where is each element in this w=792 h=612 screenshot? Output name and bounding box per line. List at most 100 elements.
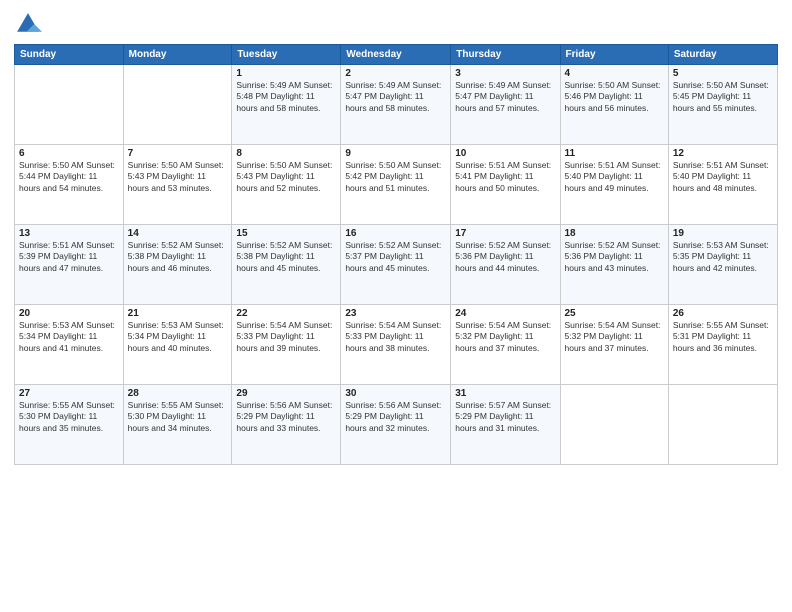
day-info: Sunrise: 5:49 AM Sunset: 5:48 PM Dayligh… (236, 80, 336, 114)
day-cell: 19Sunrise: 5:53 AM Sunset: 5:35 PM Dayli… (668, 225, 777, 305)
day-number: 8 (236, 148, 336, 159)
day-cell: 22Sunrise: 5:54 AM Sunset: 5:33 PM Dayli… (232, 305, 341, 385)
day-number: 6 (19, 148, 119, 159)
day-cell (560, 385, 668, 465)
day-cell: 27Sunrise: 5:55 AM Sunset: 5:30 PM Dayli… (15, 385, 124, 465)
day-number: 26 (673, 308, 773, 319)
day-info: Sunrise: 5:54 AM Sunset: 5:32 PM Dayligh… (455, 320, 555, 354)
day-number: 14 (128, 228, 228, 239)
day-info: Sunrise: 5:56 AM Sunset: 5:29 PM Dayligh… (236, 400, 336, 434)
day-number: 30 (345, 388, 446, 399)
day-info: Sunrise: 5:51 AM Sunset: 5:40 PM Dayligh… (565, 160, 664, 194)
day-cell: 13Sunrise: 5:51 AM Sunset: 5:39 PM Dayli… (15, 225, 124, 305)
logo (14, 10, 46, 38)
day-info: Sunrise: 5:55 AM Sunset: 5:31 PM Dayligh… (673, 320, 773, 354)
day-info: Sunrise: 5:57 AM Sunset: 5:29 PM Dayligh… (455, 400, 555, 434)
week-row-3: 13Sunrise: 5:51 AM Sunset: 5:39 PM Dayli… (15, 225, 778, 305)
col-header-sunday: Sunday (15, 45, 124, 65)
day-number: 1 (236, 68, 336, 79)
day-number: 28 (128, 388, 228, 399)
day-cell: 4Sunrise: 5:50 AM Sunset: 5:46 PM Daylig… (560, 65, 668, 145)
day-number: 16 (345, 228, 446, 239)
day-info: Sunrise: 5:54 AM Sunset: 5:33 PM Dayligh… (345, 320, 446, 354)
week-row-4: 20Sunrise: 5:53 AM Sunset: 5:34 PM Dayli… (15, 305, 778, 385)
day-cell: 7Sunrise: 5:50 AM Sunset: 5:43 PM Daylig… (123, 145, 232, 225)
day-cell: 1Sunrise: 5:49 AM Sunset: 5:48 PM Daylig… (232, 65, 341, 145)
day-info: Sunrise: 5:50 AM Sunset: 5:44 PM Dayligh… (19, 160, 119, 194)
day-cell: 6Sunrise: 5:50 AM Sunset: 5:44 PM Daylig… (15, 145, 124, 225)
logo-icon (14, 10, 42, 38)
day-info: Sunrise: 5:54 AM Sunset: 5:32 PM Dayligh… (565, 320, 664, 354)
day-cell: 9Sunrise: 5:50 AM Sunset: 5:42 PM Daylig… (341, 145, 451, 225)
day-cell: 3Sunrise: 5:49 AM Sunset: 5:47 PM Daylig… (451, 65, 560, 145)
day-info: Sunrise: 5:52 AM Sunset: 5:37 PM Dayligh… (345, 240, 446, 274)
day-number: 21 (128, 308, 228, 319)
day-number: 22 (236, 308, 336, 319)
col-header-tuesday: Tuesday (232, 45, 341, 65)
day-number: 2 (345, 68, 446, 79)
day-number: 3 (455, 68, 555, 79)
week-row-2: 6Sunrise: 5:50 AM Sunset: 5:44 PM Daylig… (15, 145, 778, 225)
day-cell (15, 65, 124, 145)
day-cell: 26Sunrise: 5:55 AM Sunset: 5:31 PM Dayli… (668, 305, 777, 385)
day-number: 11 (565, 148, 664, 159)
day-number: 10 (455, 148, 555, 159)
day-cell: 30Sunrise: 5:56 AM Sunset: 5:29 PM Dayli… (341, 385, 451, 465)
day-cell: 25Sunrise: 5:54 AM Sunset: 5:32 PM Dayli… (560, 305, 668, 385)
day-cell: 5Sunrise: 5:50 AM Sunset: 5:45 PM Daylig… (668, 65, 777, 145)
day-number: 18 (565, 228, 664, 239)
day-info: Sunrise: 5:54 AM Sunset: 5:33 PM Dayligh… (236, 320, 336, 354)
day-cell: 23Sunrise: 5:54 AM Sunset: 5:33 PM Dayli… (341, 305, 451, 385)
calendar-header-row: SundayMondayTuesdayWednesdayThursdayFrid… (15, 45, 778, 65)
day-cell: 15Sunrise: 5:52 AM Sunset: 5:38 PM Dayli… (232, 225, 341, 305)
day-info: Sunrise: 5:50 AM Sunset: 5:45 PM Dayligh… (673, 80, 773, 114)
day-cell: 31Sunrise: 5:57 AM Sunset: 5:29 PM Dayli… (451, 385, 560, 465)
day-number: 23 (345, 308, 446, 319)
day-number: 31 (455, 388, 555, 399)
day-info: Sunrise: 5:51 AM Sunset: 5:41 PM Dayligh… (455, 160, 555, 194)
day-info: Sunrise: 5:53 AM Sunset: 5:34 PM Dayligh… (128, 320, 228, 354)
day-cell: 20Sunrise: 5:53 AM Sunset: 5:34 PM Dayli… (15, 305, 124, 385)
day-info: Sunrise: 5:51 AM Sunset: 5:40 PM Dayligh… (673, 160, 773, 194)
day-info: Sunrise: 5:51 AM Sunset: 5:39 PM Dayligh… (19, 240, 119, 274)
day-info: Sunrise: 5:50 AM Sunset: 5:42 PM Dayligh… (345, 160, 446, 194)
day-cell: 28Sunrise: 5:55 AM Sunset: 5:30 PM Dayli… (123, 385, 232, 465)
day-cell: 24Sunrise: 5:54 AM Sunset: 5:32 PM Dayli… (451, 305, 560, 385)
day-info: Sunrise: 5:50 AM Sunset: 5:43 PM Dayligh… (236, 160, 336, 194)
day-cell: 21Sunrise: 5:53 AM Sunset: 5:34 PM Dayli… (123, 305, 232, 385)
day-cell: 16Sunrise: 5:52 AM Sunset: 5:37 PM Dayli… (341, 225, 451, 305)
day-info: Sunrise: 5:53 AM Sunset: 5:34 PM Dayligh… (19, 320, 119, 354)
week-row-1: 1Sunrise: 5:49 AM Sunset: 5:48 PM Daylig… (15, 65, 778, 145)
day-info: Sunrise: 5:50 AM Sunset: 5:46 PM Dayligh… (565, 80, 664, 114)
day-info: Sunrise: 5:49 AM Sunset: 5:47 PM Dayligh… (455, 80, 555, 114)
col-header-friday: Friday (560, 45, 668, 65)
day-info: Sunrise: 5:52 AM Sunset: 5:38 PM Dayligh… (236, 240, 336, 274)
day-info: Sunrise: 5:52 AM Sunset: 5:36 PM Dayligh… (455, 240, 555, 274)
day-number: 27 (19, 388, 119, 399)
day-cell (123, 65, 232, 145)
day-cell: 12Sunrise: 5:51 AM Sunset: 5:40 PM Dayli… (668, 145, 777, 225)
col-header-thursday: Thursday (451, 45, 560, 65)
day-number: 4 (565, 68, 664, 79)
day-info: Sunrise: 5:56 AM Sunset: 5:29 PM Dayligh… (345, 400, 446, 434)
day-info: Sunrise: 5:49 AM Sunset: 5:47 PM Dayligh… (345, 80, 446, 114)
day-cell: 8Sunrise: 5:50 AM Sunset: 5:43 PM Daylig… (232, 145, 341, 225)
header (14, 10, 778, 38)
day-cell (668, 385, 777, 465)
day-info: Sunrise: 5:50 AM Sunset: 5:43 PM Dayligh… (128, 160, 228, 194)
day-info: Sunrise: 5:52 AM Sunset: 5:38 PM Dayligh… (128, 240, 228, 274)
day-cell: 17Sunrise: 5:52 AM Sunset: 5:36 PM Dayli… (451, 225, 560, 305)
day-cell: 29Sunrise: 5:56 AM Sunset: 5:29 PM Dayli… (232, 385, 341, 465)
day-info: Sunrise: 5:55 AM Sunset: 5:30 PM Dayligh… (128, 400, 228, 434)
day-number: 25 (565, 308, 664, 319)
week-row-5: 27 Sunrise: 5:55 AM Sunset: 5:30 PM Dayli… (15, 385, 778, 465)
col-header-saturday: Saturday (668, 45, 777, 65)
day-info: Sunrise: 5:52 AM Sunset: 5:36 PM Dayligh… (565, 240, 664, 274)
calendar-table: SundayMondayTuesdayWednesdayThursdayFrid… (14, 44, 778, 465)
col-header-wednesday: Wednesday (341, 45, 451, 65)
day-number: 12 (673, 148, 773, 159)
day-number: 20 (19, 308, 119, 319)
day-number: 17 (455, 228, 555, 239)
day-info: Sunrise: 5:53 AM Sunset: 5:35 PM Dayligh… (673, 240, 773, 274)
day-number: 29 (236, 388, 336, 399)
